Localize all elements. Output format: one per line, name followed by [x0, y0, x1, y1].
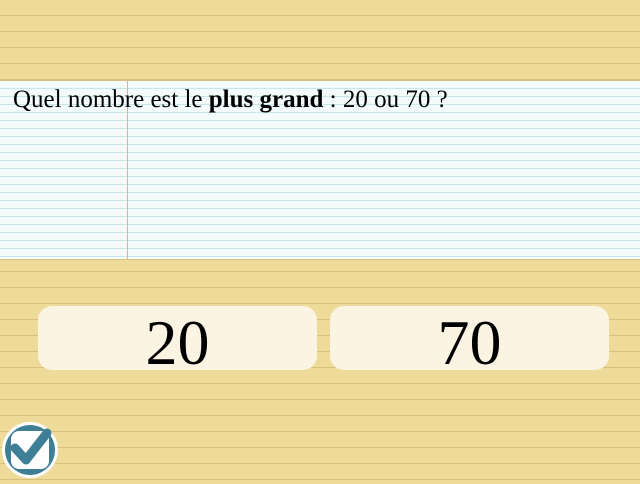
- answer-button-70[interactable]: 70: [330, 306, 609, 378]
- question-text: Quel nombre est le plus grand : 20 ou 70…: [13, 85, 448, 115]
- question-panel: Quel nombre est le plus grand : 20 ou 70…: [0, 80, 640, 260]
- question-prefix: Quel nombre est le: [13, 86, 209, 113]
- question-suffix: : 20 ou 70 ?: [323, 86, 448, 113]
- validate-button[interactable]: [1, 421, 59, 479]
- checkmark-icon: [2, 422, 58, 478]
- answer-button-20[interactable]: 20: [38, 306, 317, 378]
- question-emphasis: plus grand: [208, 86, 324, 113]
